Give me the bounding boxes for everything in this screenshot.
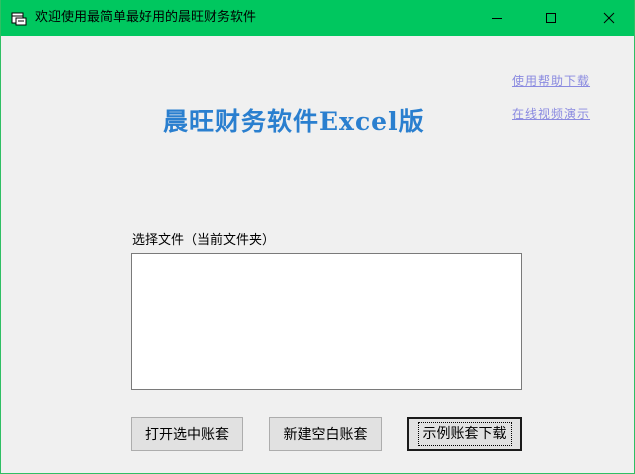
maximize-icon: [545, 9, 557, 28]
video-demo-link[interactable]: 在线视频演示: [512, 106, 590, 122]
help-download-link[interactable]: 使用帮助下载: [512, 73, 590, 89]
main-window: 欢迎使用最简单最好用的晨旺财务软件 使用帮助下载 在线视频演示 晨旺财务软件Ex…: [0, 0, 635, 474]
close-button[interactable]: [586, 0, 632, 36]
file-listbox[interactable]: [131, 253, 522, 390]
new-blank-label: 新建空白账套: [283, 427, 368, 443]
maximize-button[interactable]: [528, 0, 574, 36]
title-bar[interactable]: 欢迎使用最简单最好用的晨旺财务软件: [1, 0, 634, 36]
sample-download-button[interactable]: 示例账套下载: [407, 417, 522, 451]
open-selected-button[interactable]: 打开选中账套: [131, 417, 243, 451]
app-title: 晨旺财务软件Excel版: [163, 107, 425, 136]
minimize-button[interactable]: [474, 0, 520, 36]
window-title: 欢迎使用最简单最好用的晨旺财务软件: [35, 10, 257, 25]
open-selected-label: 打开选中账套: [145, 427, 229, 443]
app-icon: [11, 11, 27, 26]
close-icon: [603, 9, 615, 28]
file-list-label: 选择文件（当前文件夹）: [132, 233, 276, 248]
minimize-icon: [491, 9, 503, 28]
new-blank-button[interactable]: 新建空白账套: [269, 417, 382, 451]
sample-download-label: 示例账套下载: [417, 422, 512, 446]
